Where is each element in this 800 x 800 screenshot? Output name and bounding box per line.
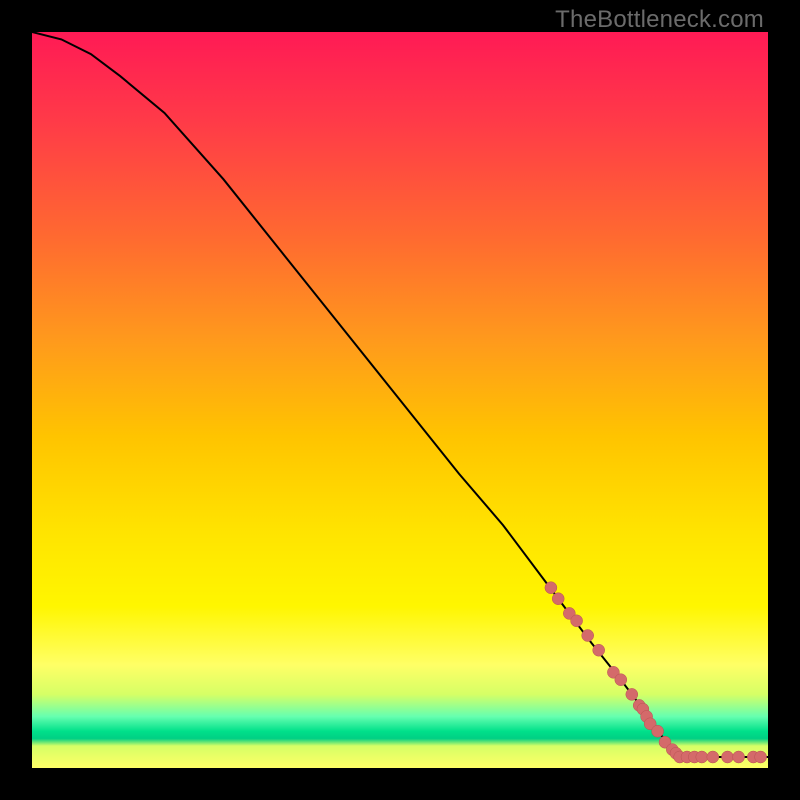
- scatter-dot: [582, 630, 594, 642]
- scatter-dot: [696, 751, 708, 763]
- scatter-dot: [722, 751, 734, 763]
- chart-frame: [32, 32, 768, 768]
- scatter-dot: [571, 615, 583, 627]
- scatter-dot: [545, 582, 557, 594]
- scatter-dot: [755, 751, 767, 763]
- chart-svg: [32, 32, 768, 768]
- bottleneck-curve: [32, 32, 768, 757]
- scatter-dot: [552, 593, 564, 605]
- scatter-dot: [626, 688, 638, 700]
- scatter-dot: [733, 751, 745, 763]
- scatter-dot: [615, 674, 627, 686]
- scatter-dot: [652, 725, 664, 737]
- scatter-dots: [545, 582, 767, 763]
- watermark-text: TheBottleneck.com: [555, 6, 764, 34]
- scatter-dot: [707, 751, 719, 763]
- scatter-dot: [593, 644, 605, 656]
